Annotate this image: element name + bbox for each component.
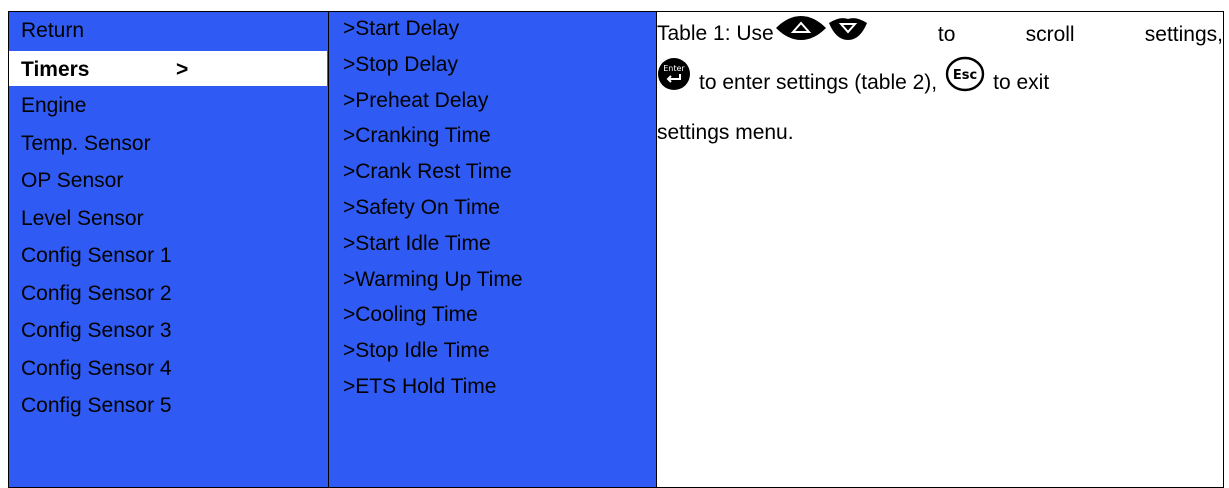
submenu-item-cooling-time[interactable]: >Cooling Time <box>329 298 656 334</box>
description-cell: Table 1: Use to scroll settings, Enter t… <box>656 11 1224 488</box>
menu-item-config-sensor-1[interactable]: Config Sensor 1 <box>9 237 328 275</box>
menu-item-label: Timers <box>21 57 90 81</box>
settings-table: Return Timers > Engine Temp. Sensor OP Se… <box>8 11 1224 488</box>
description-word: settings, <box>1144 22 1223 46</box>
description-fragment: Table 1: Use <box>657 10 868 58</box>
description-intro: Table 1: Use <box>657 22 774 46</box>
submenu-item-crank-rest-time[interactable]: >Crank Rest Time <box>329 155 656 191</box>
menu-item-config-sensor-4[interactable]: Config Sensor 4 <box>9 350 328 388</box>
description-word: scroll <box>1025 22 1075 46</box>
description-enter-text: to enter settings (table 2), <box>699 71 938 94</box>
menu-item-engine[interactable]: Engine <box>9 87 328 125</box>
esc-button-icon: Esc <box>945 56 985 110</box>
submenu-item-cranking-time[interactable]: >Cranking Time <box>329 119 656 155</box>
description-line-2: Enter to enter settings (table 2), Esc t… <box>657 56 1223 110</box>
main-menu-list: Return Timers > Engine Temp. Sensor OP Se… <box>9 12 328 425</box>
menu-item-level-sensor[interactable]: Level Sensor <box>9 200 328 238</box>
submenu-item-start-delay[interactable]: >Start Delay <box>329 12 656 48</box>
esc-icon-label: Esc <box>953 68 977 83</box>
submenu-item-preheat-delay[interactable]: >Preheat Delay <box>329 84 656 120</box>
submenu-item-ets-hold-time[interactable]: >ETS Hold Time <box>329 370 656 406</box>
table-row: Return Timers > Engine Temp. Sensor OP Se… <box>8 11 1224 488</box>
description-exit-text: to exit <box>993 71 1050 94</box>
up-arrow-button-icon <box>774 11 828 59</box>
submenu-cell: >Start Delay >Stop Delay >Preheat Delay … <box>328 11 657 488</box>
enter-icon-label: Enter <box>663 64 685 73</box>
submenu-item-warming-up-time[interactable]: >Warming Up Time <box>329 263 656 299</box>
description-text: Table 1: Use to scroll settings, Enter t… <box>657 12 1223 157</box>
main-menu-cell: Return Timers > Engine Temp. Sensor OP Se… <box>8 11 329 488</box>
submenu-marker: > <box>176 57 189 81</box>
menu-item-op-sensor[interactable]: OP Sensor <box>9 162 328 200</box>
menu-item-config-sensor-3[interactable]: Config Sensor 3 <box>9 312 328 350</box>
enter-button-icon: Enter <box>657 57 691 109</box>
description-line-1: Table 1: Use to scroll settings, <box>657 12 1223 57</box>
submenu-list: >Start Delay >Stop Delay >Preheat Delay … <box>329 12 656 406</box>
menu-item-config-sensor-5[interactable]: Config Sensor 5 <box>9 387 328 425</box>
description-word: to <box>937 22 956 46</box>
menu-item-config-sensor-2[interactable]: Config Sensor 2 <box>9 275 328 313</box>
down-arrow-button-icon <box>828 11 868 59</box>
submenu-item-stop-delay[interactable]: >Stop Delay <box>329 48 656 84</box>
menu-item-timers[interactable]: Timers > <box>9 49 328 87</box>
submenu-item-start-idle-time[interactable]: >Start Idle Time <box>329 227 656 263</box>
submenu-item-stop-idle-time[interactable]: >Stop Idle Time <box>329 334 656 370</box>
menu-item-temp-sensor[interactable]: Temp. Sensor <box>9 125 328 163</box>
menu-item-return[interactable]: Return <box>9 12 328 50</box>
submenu-item-safety-on-time[interactable]: >Safety On Time <box>329 191 656 227</box>
description-line-3: settings menu. <box>657 121 794 144</box>
